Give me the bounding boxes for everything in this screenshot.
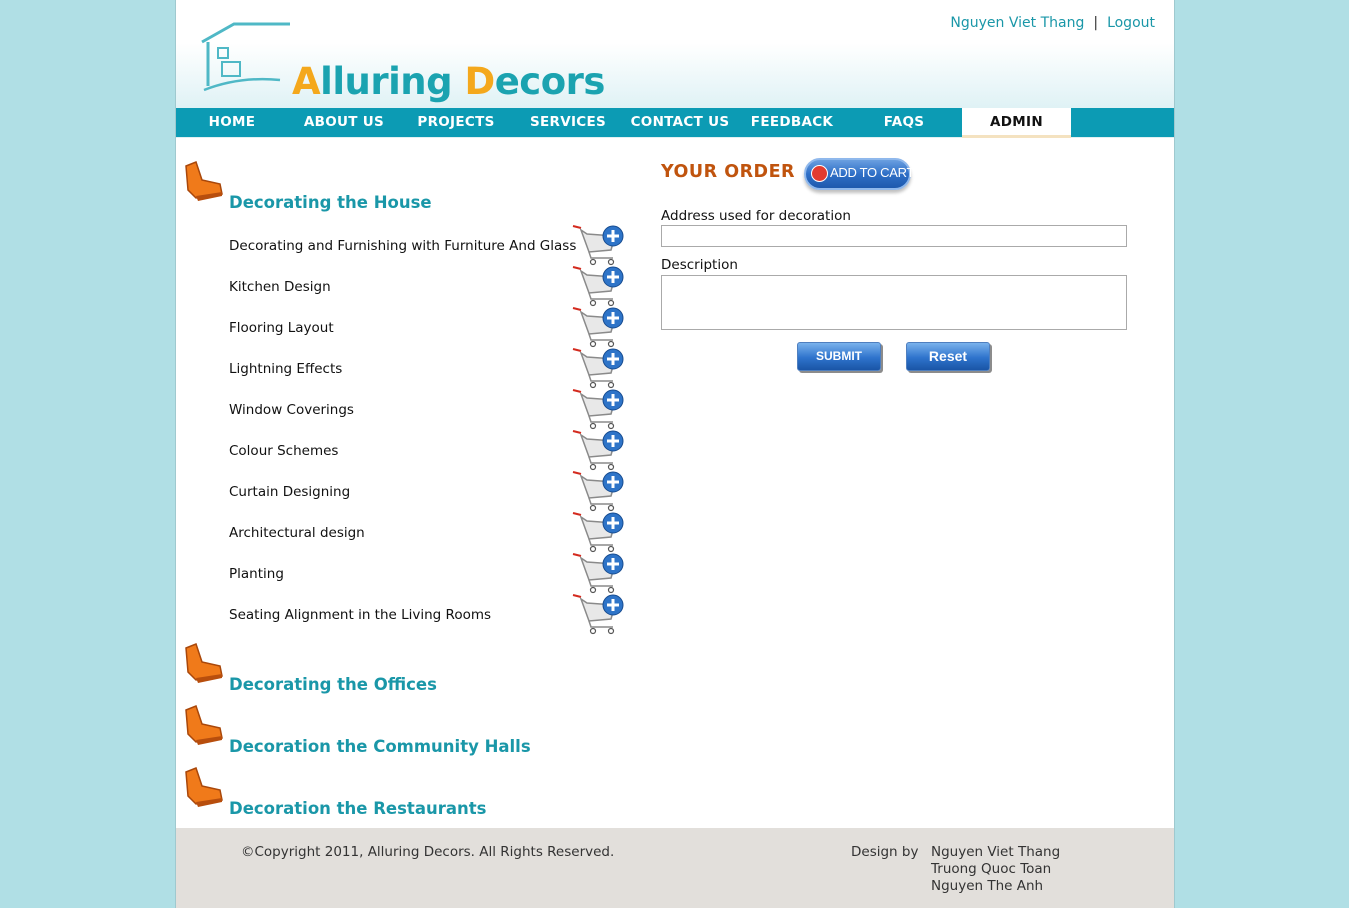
category-house-title[interactable]: Decorating the House — [229, 193, 432, 212]
service-label: Flooring Layout — [229, 320, 334, 336]
logo-text: Alluring Decors — [292, 60, 605, 103]
nav-home[interactable]: HOME — [176, 108, 288, 137]
user-links-separator: | — [1093, 15, 1099, 31]
logo-letter-d: D — [464, 60, 495, 103]
nav-services[interactable]: SERVICES — [512, 108, 624, 137]
service-row: Flooring Layout — [229, 307, 629, 353]
add-to-cart-icon[interactable] — [571, 265, 627, 307]
add-to-cart-icon[interactable] — [571, 347, 627, 389]
description-label: Description — [661, 257, 738, 273]
chair-icon — [185, 705, 223, 745]
service-row: Curtain Designing — [229, 471, 629, 517]
service-label: Seating Alignment in the Living Rooms — [229, 607, 492, 623]
nav-admin[interactable]: ADMIN — [962, 108, 1071, 138]
service-label: Lightning Effects — [229, 361, 343, 377]
add-to-cart-icon[interactable] — [571, 429, 627, 471]
chair-icon — [185, 767, 223, 807]
service-label: Architectural design — [229, 525, 365, 541]
service-row: Colour Schemes — [229, 430, 629, 476]
add-to-cart-button[interactable]: ADD TO CART — [804, 158, 915, 190]
chair-icon — [185, 161, 223, 201]
service-row: Planting — [229, 553, 629, 599]
service-label: Colour Schemes — [229, 443, 339, 459]
designers-list: Nguyen Viet Thang Truong Quoc Toan Nguye… — [931, 844, 1060, 895]
category-restaurants-title[interactable]: Decoration the Restaurants — [229, 799, 486, 818]
site-header: Alluring Decors Nguyen Viet Thang | Logout — [176, 0, 1174, 108]
service-row: Kitchen Design — [229, 266, 629, 312]
service-row: Architectural design — [229, 512, 629, 558]
house-logo-icon — [201, 22, 290, 92]
design-by-label: Design by — [851, 844, 919, 860]
main-nav: HOME ABOUT US PROJECTS SERVICES CONTACT … — [176, 108, 1174, 138]
site-logo[interactable]: Alluring Decors — [200, 20, 605, 103]
service-row: Window Coverings — [229, 389, 629, 435]
category-offices-title[interactable]: Decorating the Offices — [229, 675, 437, 694]
address-label: Address used for decoration — [661, 208, 851, 224]
logo-word-1: lluring — [320, 60, 465, 103]
logo-letter-a: A — [292, 60, 321, 103]
designer-name: Truong Quoc Toan — [931, 861, 1052, 877]
add-to-cart-icon[interactable] — [571, 552, 627, 594]
add-to-cart-icon[interactable] — [571, 224, 627, 266]
reset-button[interactable]: Reset — [906, 342, 990, 371]
category-halls-title[interactable]: Decoration the Community Halls — [229, 737, 531, 756]
nav-faqs[interactable]: FAQS — [848, 108, 960, 137]
nav-feedback[interactable]: FEEDBACK — [736, 108, 848, 137]
service-label: Planting — [229, 566, 284, 582]
logo-word-2: ecors — [494, 60, 606, 103]
service-label: Decorating and Furnishing with Furniture… — [229, 238, 577, 254]
nav-about-us[interactable]: ABOUT US — [288, 108, 400, 137]
nav-projects[interactable]: PROJECTS — [400, 108, 512, 137]
service-label: Kitchen Design — [229, 279, 331, 295]
service-label: Curtain Designing — [229, 484, 351, 500]
user-links: Nguyen Viet Thang | Logout — [950, 15, 1155, 31]
logout-link[interactable]: Logout — [1107, 15, 1155, 31]
address-input[interactable] — [661, 225, 1127, 247]
add-to-cart-icon[interactable] — [571, 306, 627, 348]
submit-button[interactable]: SUBMIT — [797, 342, 881, 371]
add-to-cart-icon[interactable] — [571, 388, 627, 430]
chair-icon — [185, 643, 223, 683]
service-label: Window Coverings — [229, 402, 354, 418]
add-to-cart-icon[interactable] — [571, 593, 627, 635]
service-row: Decorating and Furnishing with Furniture… — [229, 225, 629, 271]
add-to-cart-icon[interactable] — [571, 511, 627, 553]
nav-contact-us[interactable]: CONTACT US — [624, 108, 736, 137]
add-to-cart-icon[interactable] — [571, 470, 627, 512]
description-textarea[interactable] — [661, 275, 1127, 330]
service-row: Seating Alignment in the Living Rooms — [229, 594, 629, 640]
copyright-text: ©Copyright 2011, Alluring Decors. All Ri… — [241, 844, 615, 860]
add-to-cart-label: ADD TO CART — [830, 165, 915, 180]
cart-icon — [811, 165, 828, 182]
designer-name: Nguyen Viet Thang — [931, 844, 1061, 860]
page-container: Alluring Decors Nguyen Viet Thang | Logout… — [175, 0, 1175, 908]
service-row: Lightning Effects — [229, 348, 629, 394]
site-footer: ©Copyright 2011, Alluring Decors. All Ri… — [176, 828, 1174, 908]
order-title: YOUR ORDER — [661, 162, 796, 182]
username-link[interactable]: Nguyen Viet Thang — [950, 15, 1084, 31]
designer-name: Nguyen The Anh — [931, 878, 1044, 894]
